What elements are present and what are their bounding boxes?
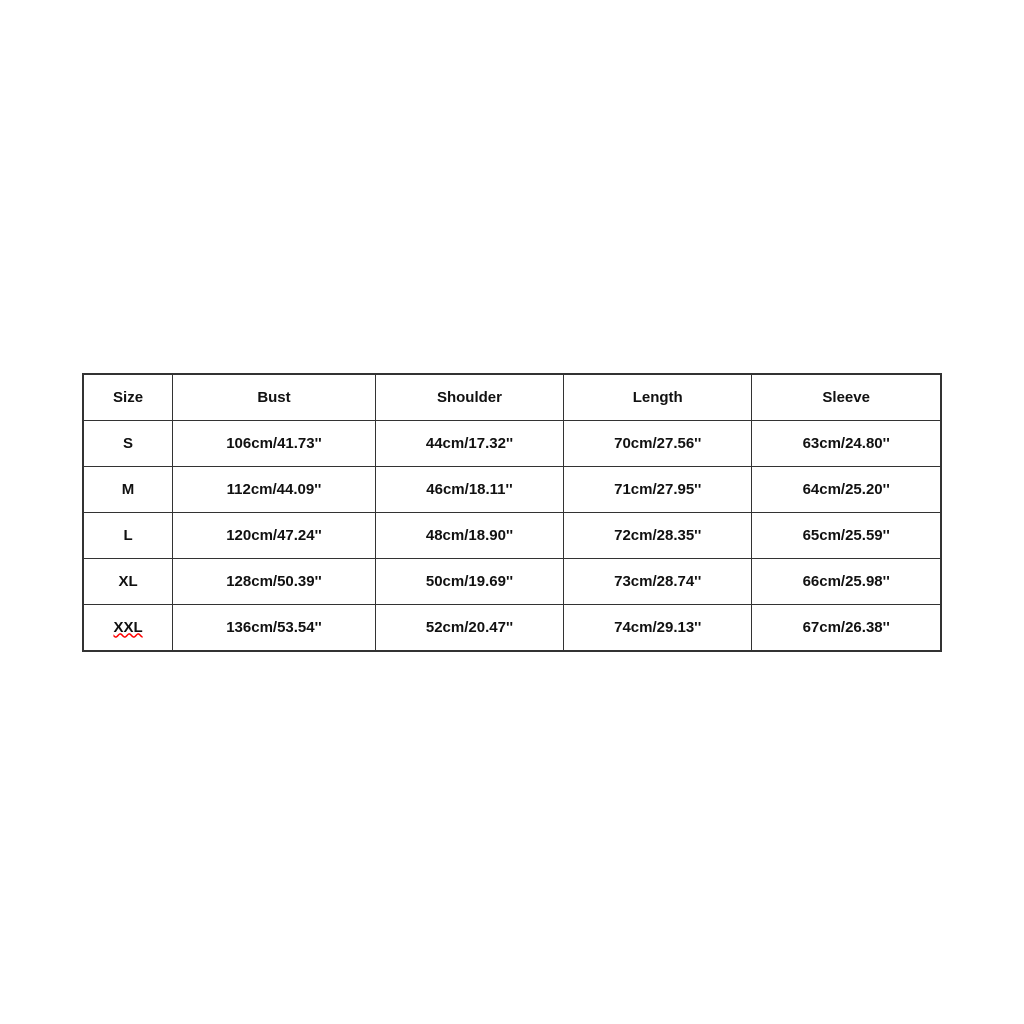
size-cell: M — [83, 466, 173, 512]
size-chart-table: Size Bust Shoulder Length Sleeve S106cm/… — [82, 373, 942, 652]
shoulder-cell: 46cm/18.11'' — [375, 466, 563, 512]
sleeve-cell: 65cm/25.59'' — [752, 512, 941, 558]
shoulder-cell: 48cm/18.90'' — [375, 512, 563, 558]
length-cell: 74cm/29.13'' — [564, 604, 752, 651]
sleeve-cell: 64cm/25.20'' — [752, 466, 941, 512]
header-size: Size — [83, 374, 173, 421]
bust-cell: 128cm/50.39'' — [173, 558, 376, 604]
shoulder-cell: 44cm/17.32'' — [375, 420, 563, 466]
bust-cell: 106cm/41.73'' — [173, 420, 376, 466]
length-cell: 73cm/28.74'' — [564, 558, 752, 604]
table-row: XL128cm/50.39''50cm/19.69''73cm/28.74''6… — [83, 558, 941, 604]
shoulder-cell: 52cm/20.47'' — [375, 604, 563, 651]
table-row: M112cm/44.09''46cm/18.11''71cm/27.95''64… — [83, 466, 941, 512]
table-row: XXL136cm/53.54''52cm/20.47''74cm/29.13''… — [83, 604, 941, 651]
bust-cell: 120cm/47.24'' — [173, 512, 376, 558]
shoulder-cell: 50cm/19.69'' — [375, 558, 563, 604]
header-sleeve: Sleeve — [752, 374, 941, 421]
sleeve-cell: 66cm/25.98'' — [752, 558, 941, 604]
length-cell: 70cm/27.56'' — [564, 420, 752, 466]
header-length: Length — [564, 374, 752, 421]
bust-cell: 112cm/44.09'' — [173, 466, 376, 512]
size-chart-container: Size Bust Shoulder Length Sleeve S106cm/… — [82, 373, 942, 652]
size-cell: XL — [83, 558, 173, 604]
table-header-row: Size Bust Shoulder Length Sleeve — [83, 374, 941, 421]
size-cell: L — [83, 512, 173, 558]
size-cell: XXL — [83, 604, 173, 651]
sleeve-cell: 67cm/26.38'' — [752, 604, 941, 651]
table-row: L120cm/47.24''48cm/18.90''72cm/28.35''65… — [83, 512, 941, 558]
size-cell: S — [83, 420, 173, 466]
bust-cell: 136cm/53.54'' — [173, 604, 376, 651]
header-shoulder: Shoulder — [375, 374, 563, 421]
sleeve-cell: 63cm/24.80'' — [752, 420, 941, 466]
header-bust: Bust — [173, 374, 376, 421]
table-row: S106cm/41.73''44cm/17.32''70cm/27.56''63… — [83, 420, 941, 466]
length-cell: 71cm/27.95'' — [564, 466, 752, 512]
length-cell: 72cm/28.35'' — [564, 512, 752, 558]
